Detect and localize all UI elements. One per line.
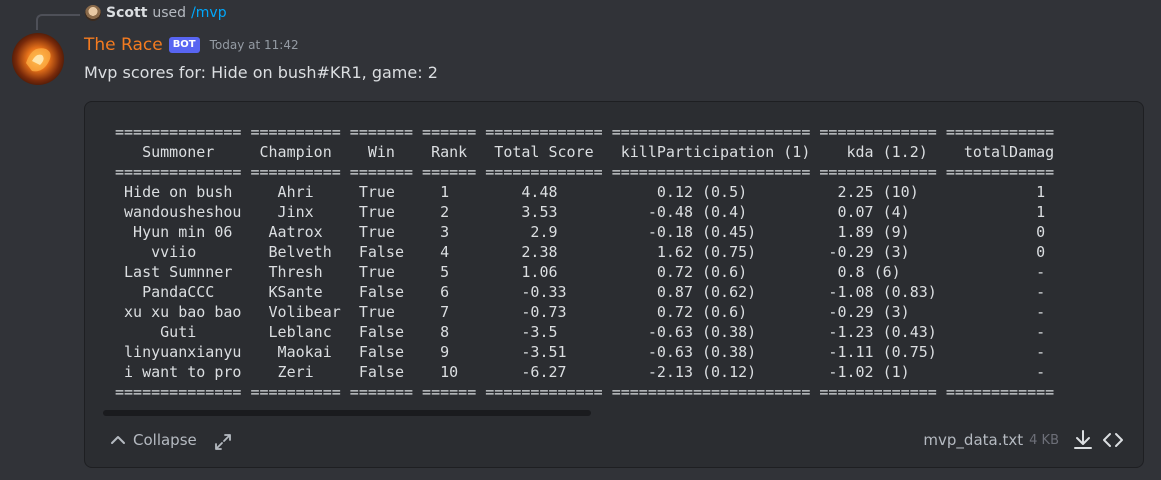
file-preview[interactable]: ============== ========== ======= ======… (85, 102, 1143, 414)
text-file-attachment: ============== ========== ======= ======… (84, 101, 1144, 468)
code-icon[interactable] (1101, 428, 1125, 452)
attachment-footer: Collapse mvp_data.txt 4 KB (85, 417, 1143, 467)
mvp-table-text: ============== ========== ======= ======… (115, 123, 1055, 401)
chat-message: Scott used /mvp The Race BOT Today at 11… (0, 0, 1161, 480)
file-name[interactable]: mvp_data.txt (923, 431, 1023, 449)
file-size: 4 KB (1029, 432, 1059, 448)
reply-connector (36, 14, 80, 30)
message-header: The Race BOT Today at 11:42 (84, 35, 299, 55)
file-info: mvp_data.txt 4 KB (923, 428, 1125, 452)
reply-used-text: used (152, 5, 187, 21)
command-reply-line[interactable]: Scott used /mvp (85, 5, 227, 21)
bot-avatar[interactable] (12, 33, 64, 85)
expand-arrows-icon[interactable] (213, 432, 233, 452)
message-timestamp[interactable]: Today at 11:42 (210, 38, 299, 52)
bot-badge: BOT (168, 37, 200, 53)
reply-username[interactable]: Scott (106, 5, 147, 21)
horizontal-scrollbar-thumb[interactable] (103, 410, 591, 416)
bot-username[interactable]: The Race (84, 35, 163, 55)
collapse-label: Collapse (133, 431, 197, 449)
reply-user-avatar[interactable] (85, 5, 101, 21)
chevron-up-icon (111, 436, 125, 444)
bot-avatar-image (12, 33, 64, 85)
download-icon[interactable] (1071, 428, 1095, 452)
collapse-button[interactable]: Collapse (109, 431, 197, 449)
reply-command[interactable]: /mvp (191, 5, 227, 21)
message-content: Mvp scores for: Hide on bush#KR1, game: … (84, 63, 438, 82)
